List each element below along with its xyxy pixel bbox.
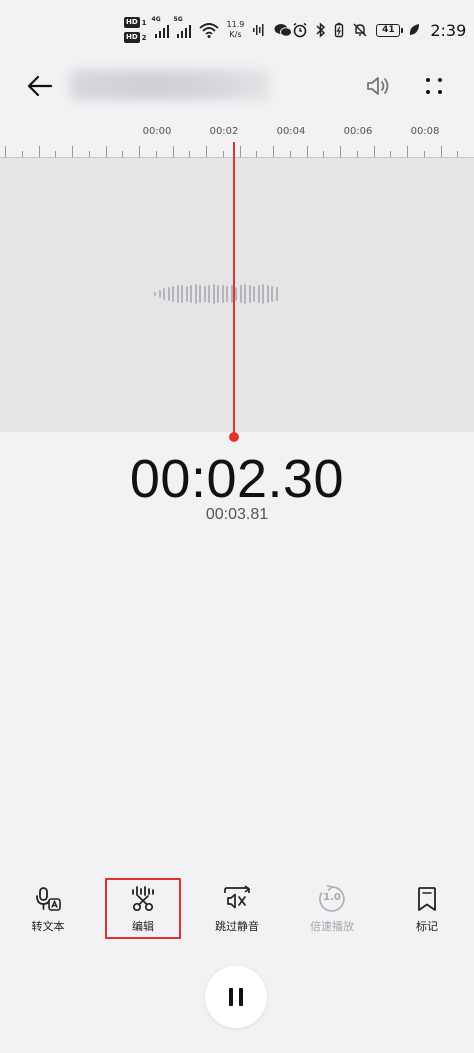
back-arrow-icon bbox=[27, 75, 53, 97]
battery-saver-icon bbox=[334, 22, 344, 38]
waveform-bar bbox=[194, 284, 197, 304]
hd-sim1-indicator: HD 1 bbox=[124, 17, 147, 28]
speech-to-text-button[interactable]: 转文本 bbox=[10, 884, 86, 940]
ruler-ticks bbox=[0, 142, 474, 158]
waveform-bar bbox=[203, 286, 206, 302]
hd-sim2-indicator: HD 2 bbox=[124, 32, 147, 43]
waveform-bar bbox=[212, 284, 215, 304]
waveform-bar bbox=[266, 285, 269, 303]
ruler-label: 00:00 bbox=[142, 126, 172, 137]
app-bar bbox=[0, 60, 474, 112]
bookmark-label: 标记 bbox=[416, 920, 438, 933]
network-type-2: 5G bbox=[173, 16, 183, 23]
sim2-number: 2 bbox=[141, 33, 147, 42]
bookmark-button[interactable]: 标记 bbox=[389, 884, 465, 940]
battery-icon: 41 bbox=[376, 23, 404, 37]
timeline-ruler[interactable]: 00:00 00:02 00:04 00:06 00:08 bbox=[0, 122, 474, 158]
waveform-bar bbox=[244, 284, 246, 304]
audio-wave-icon bbox=[252, 23, 266, 37]
volte-indicators: HD 1 HD 2 bbox=[124, 17, 147, 43]
skip-silence-button[interactable]: 跳过静音 bbox=[199, 884, 275, 940]
pause-button[interactable] bbox=[205, 966, 267, 1028]
waveform-bar bbox=[190, 285, 192, 303]
waveform-bar bbox=[176, 285, 179, 303]
waveform-area[interactable] bbox=[0, 158, 474, 432]
network-type-1: 4G bbox=[151, 16, 161, 23]
sim1-number: 1 bbox=[141, 18, 147, 27]
playback-speed-label: 倍速播放 bbox=[310, 920, 354, 933]
speaker-button[interactable] bbox=[364, 72, 394, 100]
waveform-bar bbox=[253, 286, 255, 302]
network-speed: 11.9 K/s bbox=[227, 20, 245, 40]
bottom-toolbar: 转文本 编辑 跳过静音 1.0 倍速播放 标记 bbox=[0, 884, 474, 944]
more-options-button[interactable] bbox=[420, 72, 448, 100]
waveform-bar bbox=[226, 286, 228, 302]
waveform-bar bbox=[262, 284, 264, 304]
skip-silence-label: 跳过静音 bbox=[215, 920, 259, 933]
current-time: 00:02.30 bbox=[129, 449, 345, 509]
mute-bell-icon bbox=[352, 22, 368, 38]
speech-to-text-icon bbox=[34, 884, 62, 914]
waveform-bar bbox=[235, 287, 237, 301]
hd2-text: HD bbox=[124, 32, 140, 43]
ruler-label: 00:06 bbox=[343, 126, 373, 137]
waveform-bar bbox=[271, 286, 273, 302]
wifi-icon bbox=[198, 22, 219, 38]
back-button[interactable] bbox=[24, 72, 56, 100]
network-speed-unit: K/s bbox=[229, 30, 242, 39]
four-dots-icon bbox=[426, 78, 442, 94]
speech-to-text-label: 转文本 bbox=[31, 920, 65, 933]
waveform-bar bbox=[199, 285, 201, 303]
waveform-bar bbox=[248, 285, 251, 303]
waveform-bar bbox=[275, 287, 278, 301]
leaf-eco-icon bbox=[408, 23, 420, 37]
status-bar: HD 1 HD 2 4G 5G 11.9 K/s 41 2:39 bbox=[0, 0, 474, 60]
waveform-bar bbox=[163, 288, 165, 300]
waveform-bar bbox=[221, 285, 224, 303]
waveform-bar bbox=[158, 290, 161, 298]
skip-silence-icon bbox=[222, 884, 252, 914]
waveform-bar bbox=[257, 285, 260, 303]
ruler-label: 00:02 bbox=[209, 126, 239, 137]
waveform-bar bbox=[208, 285, 210, 303]
waveform-bar bbox=[172, 286, 174, 302]
network-speed-value: 11.9 bbox=[226, 20, 245, 29]
playback-speed-button[interactable]: 1.0 倍速播放 bbox=[294, 884, 370, 940]
edit-button-highlight-box bbox=[105, 878, 181, 939]
playback-speed-value: 1.0 bbox=[323, 892, 341, 903]
pause-icon bbox=[226, 988, 246, 1006]
waveform-bar bbox=[239, 285, 242, 303]
recording-title-blurred bbox=[70, 70, 270, 100]
waveform-bar bbox=[181, 285, 183, 303]
clock: 2:39 bbox=[430, 20, 467, 40]
status-bar-right: 41 2:39 bbox=[292, 21, 466, 40]
battery-level: 41 bbox=[382, 25, 395, 35]
signal-sim2-icon: 5G bbox=[174, 16, 191, 38]
bookmark-icon bbox=[415, 884, 439, 914]
bluetooth-icon bbox=[316, 22, 326, 38]
ruler-label: 00:04 bbox=[276, 126, 306, 137]
signal-sim1-icon: 4G bbox=[152, 16, 169, 38]
playback-speed-icon: 1.0 bbox=[317, 884, 347, 914]
wechat-icon bbox=[274, 23, 293, 38]
status-bar-left: HD 1 HD 2 4G 5G 11.9 K/s bbox=[124, 16, 293, 43]
waveform-bar bbox=[154, 292, 156, 296]
hd1-text: HD bbox=[124, 17, 140, 28]
ruler-label: 00:08 bbox=[410, 126, 440, 137]
playhead-handle[interactable] bbox=[229, 432, 239, 442]
waveform-bar bbox=[217, 285, 219, 303]
waveform-bar bbox=[185, 286, 188, 302]
speaker-icon bbox=[367, 77, 389, 95]
waveform-bar bbox=[167, 287, 170, 301]
alarm-icon bbox=[292, 22, 308, 38]
playhead-line[interactable] bbox=[233, 142, 235, 436]
total-duration: 00:03.81 bbox=[205, 506, 269, 523]
